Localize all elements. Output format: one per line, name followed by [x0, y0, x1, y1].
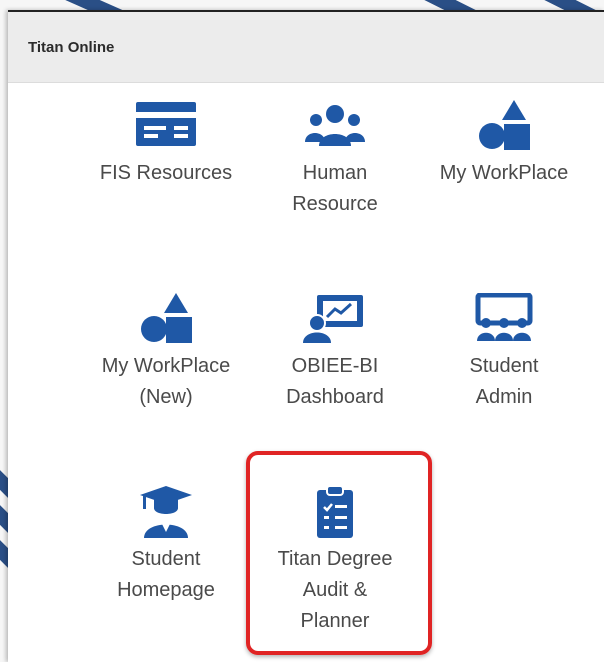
tile-label: OBIEE-BI Dashboard [286, 355, 384, 408]
tile-label: FIS Resources [99, 162, 233, 184]
classroom-icon [475, 293, 533, 341]
tile-label: My WorkPlace (New) [101, 355, 231, 408]
tile-label: Student Homepage [117, 548, 215, 601]
credit-card-icon [136, 102, 196, 146]
tile-label: Human Resource [292, 162, 378, 215]
shapes-icon [141, 293, 192, 343]
launcher-panel: Titan Online FIS Resources Human Resourc… [8, 10, 604, 662]
tile-label: Titan Degree Audit & Planner [277, 548, 393, 632]
panel-top-border [8, 10, 604, 12]
tile-student-homepage[interactable]: Student Homepage [86, 486, 246, 606]
tile-human-resource[interactable]: Human Resource [255, 100, 415, 220]
people-group-icon [305, 105, 365, 146]
panel-title: Titan Online [28, 39, 115, 56]
tile-fis-resources[interactable]: FIS Resources [86, 100, 246, 189]
clipboard-checklist-icon [317, 486, 353, 538]
shapes-icon [479, 100, 530, 150]
tile-titan-degree-audit-planner[interactable]: Titan Degree Audit & Planner [255, 486, 415, 637]
tile-my-workplace-new[interactable]: My WorkPlace (New) [86, 293, 246, 413]
graduate-icon [140, 486, 192, 538]
tile-my-workplace[interactable]: My WorkPlace [424, 100, 584, 189]
tile-student-admin[interactable]: Student Admin [424, 293, 584, 413]
tile-label: My WorkPlace [439, 162, 569, 184]
presentation-chart-icon [303, 295, 363, 343]
tile-obiee-bi-dashboard[interactable]: OBIEE-BI Dashboard [255, 293, 415, 413]
panel-header: Titan Online [8, 12, 604, 83]
tile-label: Student Admin [469, 355, 539, 408]
